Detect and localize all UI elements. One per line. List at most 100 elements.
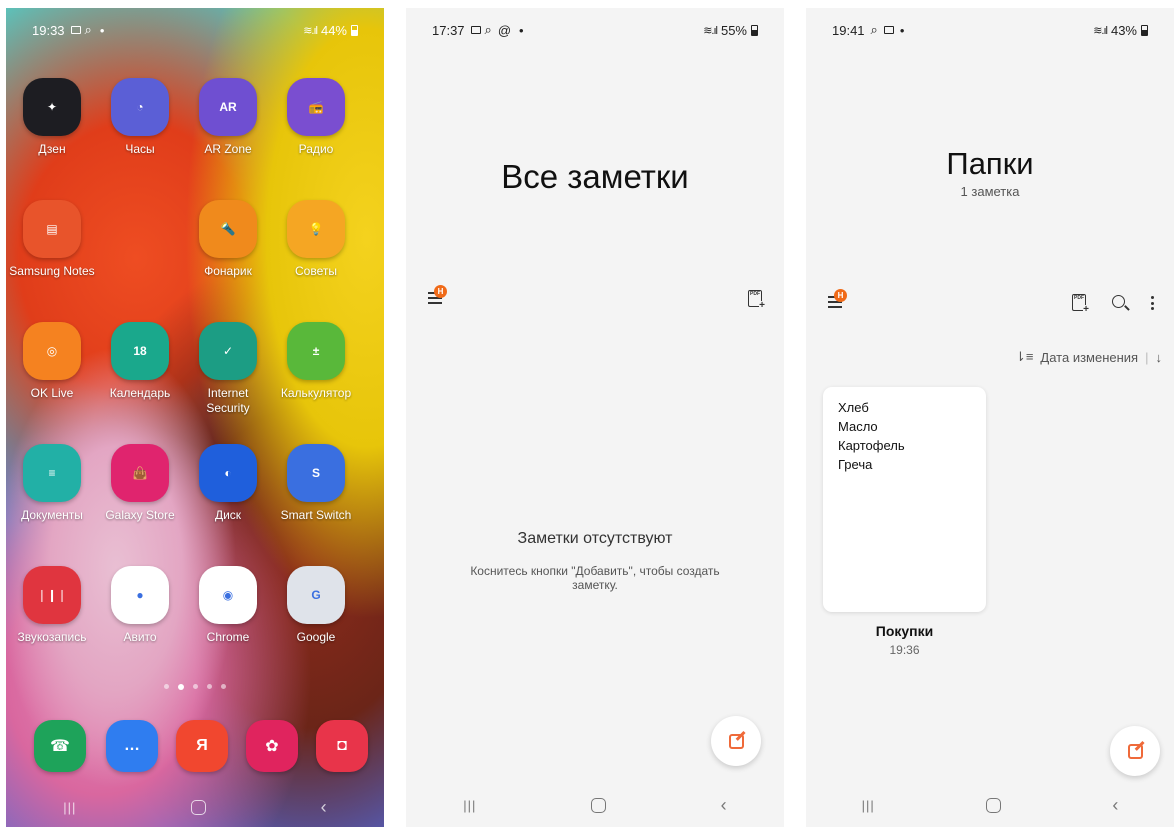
avito-icon: ● (111, 566, 169, 624)
app-label: Фонарик (204, 264, 252, 278)
wifi-signal-icon: ≋.ıl (303, 24, 318, 37)
page-title: Папки (946, 146, 1034, 181)
app-clock[interactable]: ◔ Часы (97, 78, 183, 157)
app-label: AR Zone (204, 142, 252, 156)
search-notification-icon: ⌕ (870, 22, 878, 37)
app-smart-switch[interactable]: S Smart Switch (273, 444, 359, 523)
battery-percent: 44% (320, 22, 347, 38)
home-screen: 19:33 ⌕ • ≋.ıl 44% ✦ Дзен ◔ Часы AR AR Zone 📻 Р… (6, 8, 384, 827)
app-avito[interactable]: ● Авито (97, 566, 183, 645)
app-label: Калькулятор (280, 386, 352, 400)
app-chrome[interactable]: ◉ Chrome (185, 566, 271, 645)
galaxy-store-icon: 👜 (111, 444, 169, 502)
search-notification-icon: ⌕ (484, 22, 492, 37)
home-button[interactable] (591, 797, 607, 813)
samsung-notes-icon: ▤ (23, 200, 81, 258)
compose-note-button[interactable] (1110, 726, 1160, 776)
note-preview-line: Масло (838, 419, 878, 434)
app-disk[interactable]: ◐ Диск (185, 444, 271, 523)
app-google-folder[interactable]: G Google (273, 566, 359, 645)
status-time: 17:37 (432, 22, 465, 38)
app-label: Chrome (206, 630, 250, 644)
notes-folders-screen: 19:41 ⌕ • ≋.ıl 43% Папки 1 заметка H PDF… (806, 8, 1174, 827)
recents-button[interactable]: ||| (862, 798, 875, 813)
pdf-add-icon[interactable]: PDF (1072, 294, 1089, 315)
notification-dot-icon: • (519, 22, 524, 38)
navigation-bar: ||| ‹ (6, 787, 384, 827)
compose-icon (728, 733, 744, 749)
camera-icon[interactable]: ◘ (316, 720, 368, 772)
app-zen[interactable]: ✦ Дзен (9, 78, 95, 157)
app-tips[interactable]: 💡 Советы (273, 200, 359, 279)
status-time: 19:41 (832, 22, 865, 38)
home-button[interactable] (191, 799, 207, 815)
app-samsung-notes[interactable]: ▤ Samsung Notes (9, 200, 95, 279)
sort-label[interactable]: Дата изменения (1040, 350, 1138, 365)
back-button[interactable]: ‹ (321, 797, 327, 818)
battery-percent: 43% (1110, 22, 1137, 38)
app-label: Часы (125, 142, 155, 156)
app-label: OK Live (30, 386, 74, 400)
empty-state-title: Заметки отсутствуют (517, 530, 673, 547)
note-time: 19:36 (889, 643, 920, 657)
google-folder-icon: G (287, 566, 345, 624)
status-bar: 19:41 ⌕ • ≋.ıl 43% (806, 8, 1174, 52)
sort-order-icon[interactable]: ⇂≡ (1015, 349, 1033, 365)
app-label: Календарь (109, 386, 171, 400)
menu-button[interactable]: H (428, 285, 452, 308)
flashlight-icon: 🔦 (199, 200, 257, 258)
more-options-icon[interactable] (1151, 296, 1154, 310)
compose-icon (1127, 743, 1143, 759)
app-documents[interactable]: ≡ Документы (9, 444, 95, 523)
home-button[interactable] (986, 797, 1002, 813)
search-notification-icon: ⌕ (84, 22, 92, 37)
app-flashlight[interactable]: 🔦 Фонарик (185, 200, 271, 279)
note-card[interactable]: Хлеб Масло Картофель Греча (823, 387, 986, 612)
yandex-icon[interactable]: Я (176, 720, 228, 772)
app-galaxy-store[interactable]: 👜 Galaxy Store (97, 444, 183, 523)
note-preview-line: Картофель (838, 438, 905, 453)
pdf-add-icon[interactable]: PDF (748, 290, 765, 311)
recents-button[interactable]: ||| (463, 798, 476, 813)
app-voice-recorder[interactable]: ❘❙❘ Звукозапись (9, 566, 95, 645)
app-calculator[interactable]: ± Калькулятор (273, 322, 359, 401)
page-title: Все заметки (501, 158, 689, 195)
status-time: 19:33 (32, 22, 65, 38)
back-button[interactable]: ‹ (1112, 795, 1118, 816)
app-label: Звукозапись (17, 630, 87, 644)
notes-all-screen: 17:37 ⌕ @ • ≋.ıl 55% Все заметки H PDF З… (406, 8, 784, 827)
phone-icon[interactable]: ☎ (34, 720, 86, 772)
app-label: Samsung Notes (9, 264, 95, 278)
search-icon[interactable] (1112, 295, 1125, 308)
sort-direction-icon[interactable]: ↓ (1156, 350, 1163, 365)
app-ok-live[interactable]: ◎ OK Live (9, 322, 95, 401)
sort-bar: ⇂≡ Дата изменения | ↓ (1015, 349, 1162, 365)
app-label: Документы (21, 508, 83, 522)
menu-button[interactable]: H (828, 289, 852, 312)
battery-icon (351, 24, 358, 36)
app-label: Диск (214, 508, 242, 522)
compose-note-button[interactable] (711, 716, 761, 766)
battery-icon (1141, 24, 1148, 36)
app-ar-zone[interactable]: AR AR Zone (185, 78, 271, 157)
app-radio[interactable]: 📻 Радио (273, 78, 359, 157)
back-button[interactable]: ‹ (721, 795, 727, 816)
wifi-signal-icon: ≋.ıl (1093, 24, 1108, 37)
gallery-icon[interactable]: ✿ (246, 720, 298, 772)
gallery-notification-icon (883, 26, 894, 34)
messages-icon[interactable]: … (106, 720, 158, 772)
shield-icon: ✓ (199, 322, 257, 380)
ar-zone-icon: AR (199, 78, 257, 136)
chrome-icon: ◉ (199, 566, 257, 624)
status-bar: 17:37 ⌕ @ • ≋.ıl 55% (406, 8, 784, 52)
recents-button[interactable]: ||| (63, 800, 76, 815)
note-preview-line: Греча (838, 457, 873, 472)
navigation-bar: ||| ‹ (406, 783, 784, 827)
app-label: Дзен (38, 142, 66, 156)
app-label: Советы (295, 264, 337, 278)
app-calendar[interactable]: 18 Календарь (97, 322, 183, 401)
notification-badge: H (834, 289, 847, 302)
gallery-notification-icon (70, 26, 81, 34)
app-shield[interactable]: ✓ Internet Security (185, 322, 271, 416)
gallery-notification-icon (470, 26, 481, 34)
